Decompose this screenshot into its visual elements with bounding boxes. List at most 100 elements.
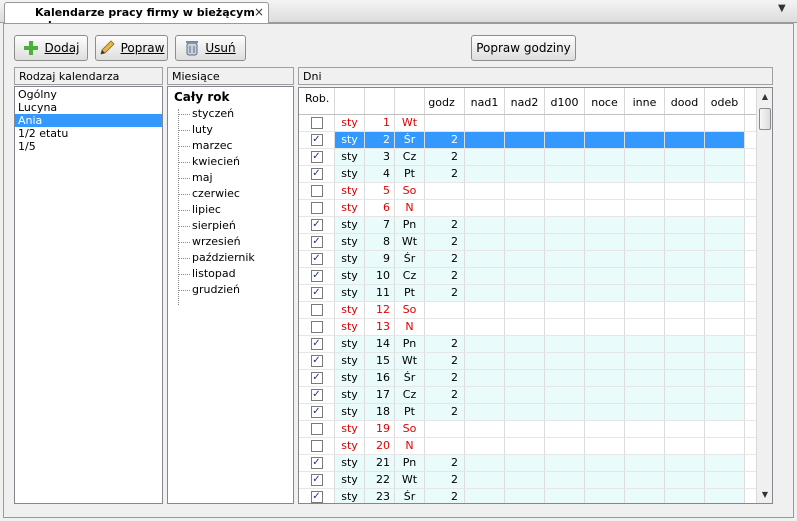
calendar-item[interactable]: 1/5 bbox=[15, 140, 162, 153]
working-day-checkbox[interactable] bbox=[310, 440, 323, 452]
delete-button[interactable]: Usuń bbox=[175, 35, 246, 61]
day-row[interactable]: ✓ sty 23 Śr 2 bbox=[299, 489, 772, 503]
calendar-item[interactable]: Ania bbox=[15, 114, 162, 127]
working-day-checkbox[interactable]: ✓ bbox=[310, 355, 323, 367]
day-row[interactable]: sty 6 N bbox=[299, 200, 772, 217]
working-day-checkbox[interactable] bbox=[310, 423, 323, 435]
working-day-checkbox[interactable]: ✓ bbox=[310, 338, 323, 350]
month-item[interactable]: październik bbox=[168, 250, 293, 266]
tab-calendars[interactable]: Kalendarze pracy firmy w bieżącym roku × bbox=[4, 2, 269, 32]
working-day-checkbox[interactable]: ✓ bbox=[310, 151, 323, 163]
column-header[interactable]: odeb bbox=[705, 88, 745, 114]
column-header[interactable]: noce bbox=[585, 88, 625, 114]
day-row[interactable]: sty 5 So bbox=[299, 183, 772, 200]
scroll-thumb[interactable] bbox=[759, 108, 771, 130]
month-item[interactable]: luty bbox=[168, 122, 293, 138]
scroll-up-icon[interactable]: ▲ bbox=[757, 88, 773, 104]
working-day-checkbox[interactable]: ✓ bbox=[310, 134, 323, 146]
cell-hours bbox=[425, 183, 465, 199]
day-row[interactable]: ✓ sty 21 Pn 2 bbox=[299, 455, 772, 472]
column-header[interactable]: dood bbox=[665, 88, 705, 114]
month-item[interactable]: lipiec bbox=[168, 202, 293, 218]
scroll-down-icon[interactable]: ▼ bbox=[757, 486, 773, 502]
cell-noce bbox=[585, 421, 625, 437]
day-row[interactable]: ✓ sty 17 Cz 2 bbox=[299, 387, 772, 404]
days-header: Dni bbox=[298, 67, 773, 85]
working-day-checkbox[interactable]: ✓ bbox=[310, 406, 323, 418]
column-header[interactable]: d100 bbox=[545, 88, 585, 114]
working-day-checkbox[interactable]: ✓ bbox=[310, 372, 323, 384]
day-row[interactable]: ✓ sty 2 Śr 2 bbox=[299, 132, 772, 149]
tab-menu-chevron-down-icon[interactable]: ▼ bbox=[778, 3, 786, 14]
day-row[interactable]: sty 19 So bbox=[299, 421, 772, 438]
month-item[interactable]: czerwiec bbox=[168, 186, 293, 202]
working-day-cell: ✓ bbox=[299, 166, 335, 182]
working-day-checkbox[interactable]: ✓ bbox=[310, 457, 323, 469]
months-tree[interactable]: Cały rok styczeń luty marzec kwiecień maj cze… bbox=[167, 86, 294, 504]
working-day-checkbox[interactable] bbox=[310, 185, 323, 197]
vertical-scrollbar[interactable]: ▲ ▼ bbox=[756, 88, 772, 503]
working-day-checkbox[interactable]: ✓ bbox=[310, 491, 323, 503]
add-button[interactable]: Dodaj bbox=[14, 35, 88, 61]
edit-hours-button[interactable]: Popraw godziny bbox=[471, 35, 576, 61]
cell-dood bbox=[665, 200, 705, 216]
cell-day: 6 bbox=[365, 200, 395, 216]
tree-root-year[interactable]: Cały rok bbox=[174, 90, 230, 104]
month-item[interactable]: listopad bbox=[168, 266, 293, 282]
column-header[interactable]: Rob. bbox=[299, 88, 335, 114]
day-row[interactable]: ✓ sty 9 Śr 2 bbox=[299, 251, 772, 268]
month-item[interactable]: styczeń bbox=[168, 106, 293, 122]
day-row[interactable]: ✓ sty 16 Śr 2 bbox=[299, 370, 772, 387]
day-row[interactable]: ✓ sty 3 Cz 2 bbox=[299, 149, 772, 166]
working-day-checkbox[interactable]: ✓ bbox=[310, 287, 323, 299]
month-item[interactable]: marzec bbox=[168, 138, 293, 154]
day-row[interactable]: ✓ sty 22 Wt 2 bbox=[299, 472, 772, 489]
cell-odeb bbox=[705, 319, 745, 335]
calendar-item[interactable]: Lucyna bbox=[15, 101, 162, 114]
column-header[interactable] bbox=[395, 88, 425, 114]
cell-nad1 bbox=[465, 115, 505, 131]
working-day-checkbox[interactable]: ✓ bbox=[310, 236, 323, 248]
month-item[interactable]: kwiecień bbox=[168, 154, 293, 170]
working-day-checkbox[interactable]: ✓ bbox=[310, 219, 323, 231]
calendar-item[interactable]: Ogólny bbox=[15, 88, 162, 101]
day-row[interactable]: ✓ sty 8 Wt 2 bbox=[299, 234, 772, 251]
day-row[interactable]: ✓ sty 11 Pt 2 bbox=[299, 285, 772, 302]
day-row[interactable]: sty 1 Wt bbox=[299, 115, 772, 132]
edit-button[interactable]: Popraw bbox=[95, 35, 168, 61]
working-day-checkbox[interactable] bbox=[310, 321, 323, 333]
column-header[interactable] bbox=[365, 88, 395, 114]
day-row[interactable]: ✓ sty 10 Cz 2 bbox=[299, 268, 772, 285]
month-item[interactable]: wrzesień bbox=[168, 234, 293, 250]
day-row[interactable]: ✓ sty 15 Wt 2 bbox=[299, 353, 772, 370]
working-day-checkbox[interactable] bbox=[310, 117, 323, 129]
working-day-checkbox[interactable] bbox=[310, 304, 323, 316]
month-item[interactable]: maj bbox=[168, 170, 293, 186]
calendars-list[interactable]: Ogólny Lucyna Ania 1/2 etatu 1/5 bbox=[14, 86, 163, 504]
close-icon[interactable]: × bbox=[254, 5, 264, 19]
cell-hours: 2 bbox=[425, 404, 465, 420]
column-header[interactable]: godz bbox=[425, 88, 465, 114]
working-day-checkbox[interactable]: ✓ bbox=[310, 253, 323, 265]
column-header[interactable]: inne bbox=[625, 88, 665, 114]
day-row[interactable]: ✓ sty 14 Pn 2 bbox=[299, 336, 772, 353]
month-item[interactable]: grudzień bbox=[168, 282, 293, 298]
cell-inne bbox=[625, 455, 665, 471]
day-row[interactable]: ✓ sty 18 Pt 2 bbox=[299, 404, 772, 421]
working-day-checkbox[interactable]: ✓ bbox=[310, 389, 323, 401]
day-row[interactable]: sty 13 N bbox=[299, 319, 772, 336]
day-row[interactable]: sty 12 So bbox=[299, 302, 772, 319]
working-day-checkbox[interactable]: ✓ bbox=[310, 168, 323, 180]
month-item[interactable]: sierpień bbox=[168, 218, 293, 234]
day-row[interactable]: ✓ sty 7 Pn 2 bbox=[299, 217, 772, 234]
column-header[interactable] bbox=[335, 88, 365, 114]
calendar-item[interactable]: 1/2 etatu bbox=[15, 127, 162, 140]
cell-hours bbox=[425, 200, 465, 216]
column-header[interactable]: nad1 bbox=[465, 88, 505, 114]
column-header[interactable]: nad2 bbox=[505, 88, 545, 114]
day-row[interactable]: ✓ sty 4 Pt 2 bbox=[299, 166, 772, 183]
working-day-checkbox[interactable] bbox=[310, 202, 323, 214]
day-row[interactable]: sty 20 N bbox=[299, 438, 772, 455]
working-day-checkbox[interactable]: ✓ bbox=[310, 270, 323, 282]
working-day-checkbox[interactable]: ✓ bbox=[310, 474, 323, 486]
